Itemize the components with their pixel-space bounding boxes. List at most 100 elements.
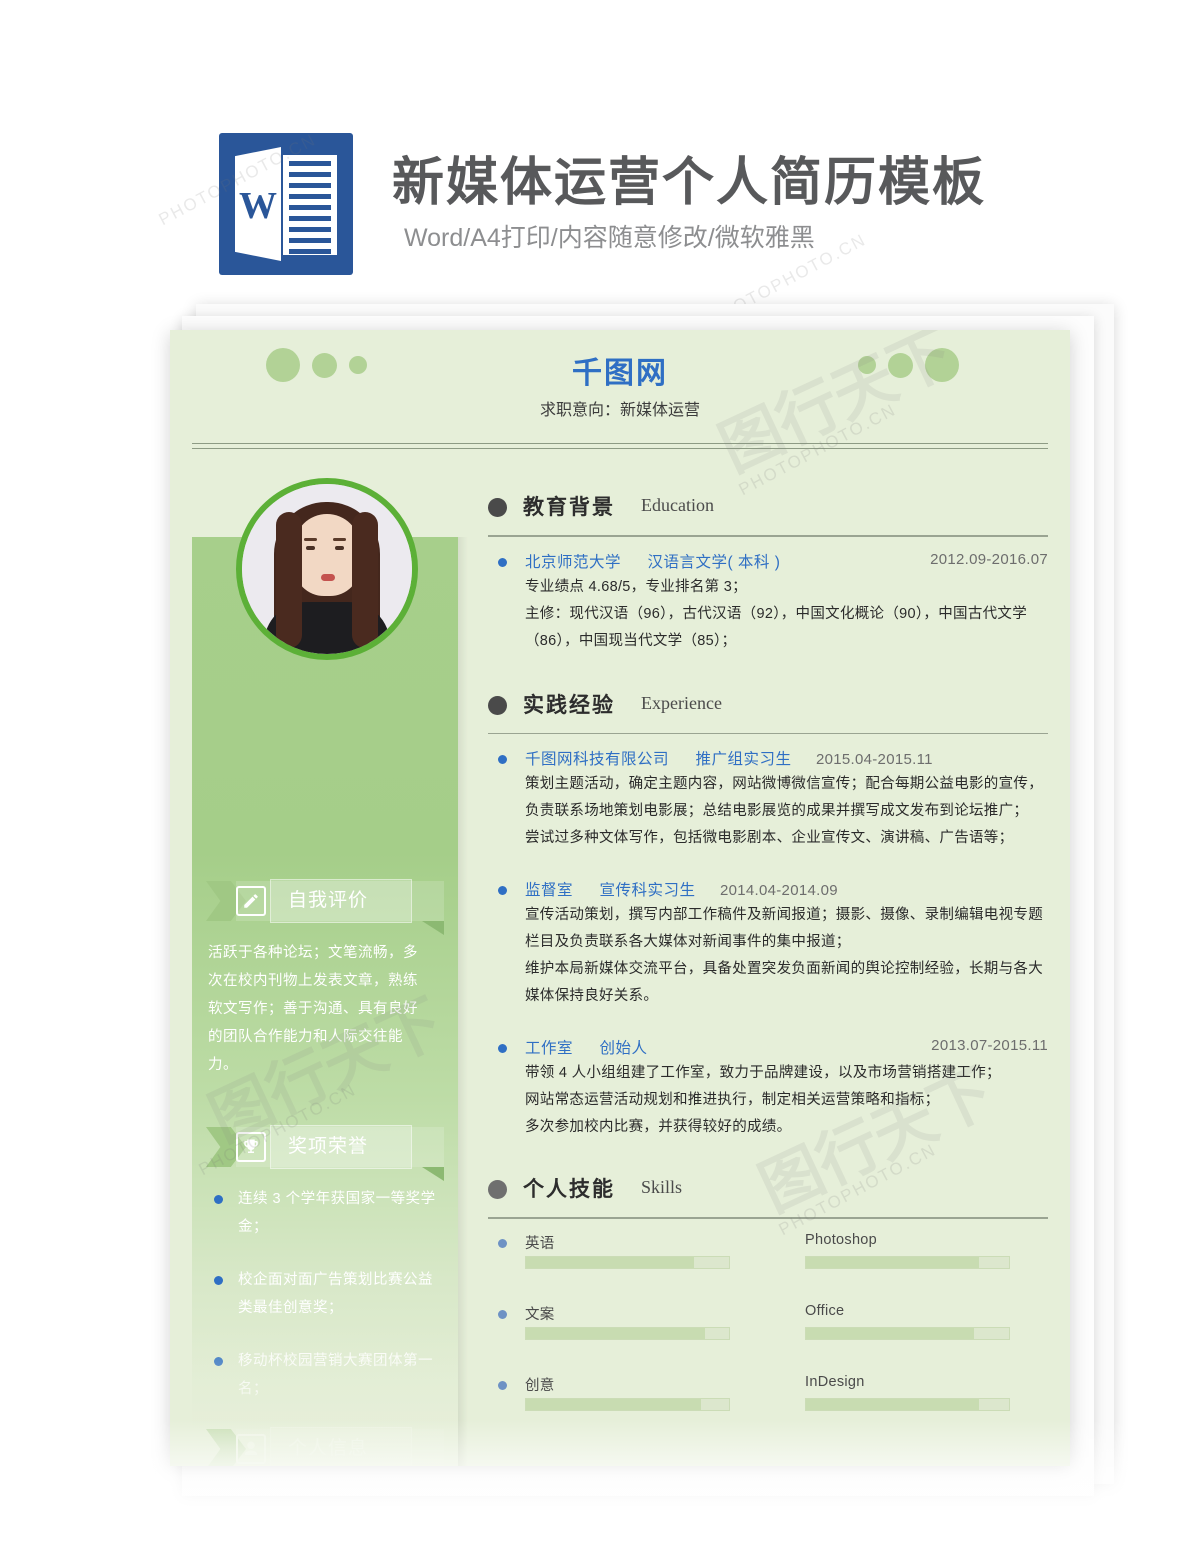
skill-row: 文案 Office [498, 1303, 1048, 1340]
entry-bullet-icon [498, 886, 507, 895]
skill-bullet-icon [778, 1310, 787, 1319]
header-divider [192, 443, 1048, 449]
user-icon [236, 1434, 266, 1464]
entry-bullet-icon [498, 1044, 507, 1053]
skill-item: 创意 [498, 1374, 730, 1411]
sidebar: 自我评价 活跃于各种论坛；文笔流畅，多次在校内刊物上发表文章，熟练软文写作；善于… [192, 537, 468, 1466]
education-entry: 北京师范大学 汉语言文学( 本科 ) 2012.09-2016.07 专业绩点 … [488, 550, 1048, 655]
education-major: 汉语言文学( 本科 ) [647, 553, 781, 571]
sidebar-section-title: 自我评价 [288, 890, 369, 911]
trophy-icon [236, 1132, 266, 1162]
section-divider [488, 1217, 1048, 1219]
skill-progress-track [805, 1326, 1010, 1340]
sidebar-section-awards: 奖项荣誉 [206, 1125, 444, 1181]
word-icon-document [283, 155, 337, 265]
skill-item: InDesign [778, 1374, 1010, 1411]
experience-role: 推广组实习生 [695, 751, 792, 768]
section-header-skills: 个人技能 Skills [488, 1167, 1048, 1217]
experience-date: 2013.07-2015.11 [931, 1037, 1048, 1054]
main-column: 教育背景 Education 北京师范大学 汉语言文学( 本科 ) 2012.0… [488, 485, 1048, 1445]
skill-row: 英语 Photoshop [498, 1232, 1048, 1269]
promo-header: W 新媒体运营个人简历模板 Word/A4打印/内容随意修改/微软雅黑 PHOT… [0, 0, 1200, 329]
section-divider [488, 535, 1048, 537]
entry-bullet-icon [498, 755, 507, 764]
skill-bullet-icon [498, 1380, 507, 1390]
experience-detail-line: 网站常态运营活动规划和推进执行，制定相关运营策略和指标； [525, 1092, 940, 1108]
list-item: 校企面对面广告策划比赛公益类最佳创意奖； [206, 1266, 446, 1322]
sidebar-section-self-evaluation: 自我评价 [206, 879, 444, 935]
experience-entry: 千图网科技有限公司 推广组实习生 2015.04-2015.11 策划主题活动，… [488, 747, 1048, 852]
skill-bullet-icon [498, 1309, 507, 1319]
skill-progress-fill [526, 1256, 695, 1268]
ribbon-fold [422, 921, 444, 935]
skill-progress-track [525, 1326, 730, 1340]
word-icon: W [219, 133, 353, 275]
sidebar-section-title: 个人信息 [288, 1438, 369, 1459]
sidebar-section-title: 奖项荣誉 [288, 1136, 369, 1157]
section-title-en: Education [641, 495, 714, 515]
job-objective: 求职意向：新媒体运营 [539, 402, 700, 419]
experience-date: 2014.04-2014.09 [719, 882, 838, 899]
entry-bullet-icon [498, 557, 507, 567]
skill-item: Office [778, 1303, 1010, 1340]
ribbon-fold [422, 1167, 444, 1181]
skill-progress-fill [806, 1398, 979, 1410]
section-header-education: 教育背景 Education [488, 485, 1048, 535]
self-evaluation-text: 活跃于各种论坛；文笔流畅，多次在校内刊物上发表文章，熟练软文写作；善于沟通、具有… [208, 945, 418, 1073]
skill-name: 文案 [525, 1306, 555, 1323]
section-bullet-icon [488, 498, 507, 517]
experience-role: 创始人 [599, 1040, 648, 1057]
section-title-cn: 实践经验 [523, 693, 615, 717]
sidebar-section-personal-info: 个人信息 [206, 1427, 444, 1466]
education-detail-line: 主修：现代汉语（96），古代汉语（92），中国文化概论（90），中国古代文学（8… [525, 605, 1028, 649]
skill-bullet-icon [498, 1238, 507, 1248]
experience-entry: 监督室 宣传科实习生 2014.04-2014.09 宣传活动策划，撰写内部工作… [488, 878, 1048, 1010]
skills-grid: 英语 Photoshop 文案 Office 创意 InDesign [488, 1232, 1048, 1411]
experience-org: 千图网科技有限公司 [525, 751, 670, 768]
education-org: 北京师范大学 [525, 553, 622, 571]
skill-item: 文案 [498, 1303, 730, 1340]
section-header-experience: 实践经验 Experience [488, 683, 1048, 733]
experience-entry: 工作室 创始人 2013.07-2015.11 带领 4 人小组组建了工作室，致… [488, 1036, 1048, 1141]
skill-name: 英语 [525, 1235, 555, 1252]
skill-progress-fill [806, 1327, 975, 1339]
skill-row: 创意 InDesign [498, 1374, 1048, 1411]
list-item: 连续 3 个学年获国家一等奖学金； [206, 1185, 446, 1241]
experience-detail-line: 宣传活动策划，撰写内部工作稿件及新闻报道；摄影、摄像、录制编辑电视专题栏目及负责… [525, 907, 1043, 950]
pencil-edit-icon [236, 886, 266, 916]
skill-progress-track [525, 1397, 730, 1411]
skill-progress-track [525, 1255, 730, 1269]
experience-detail-line: 多次参加校内比赛，并获得较好的成绩。 [525, 1119, 792, 1135]
skill-bullet-icon [778, 1239, 787, 1248]
word-icon-letter: W [239, 185, 277, 227]
experience-org: 监督室 [525, 882, 574, 899]
section-bullet-icon [488, 1180, 507, 1199]
section-title-en: Skills [641, 1177, 683, 1197]
section-title-cn: 个人技能 [523, 1178, 615, 1201]
skill-name: InDesign [805, 1373, 865, 1390]
experience-detail-line: 带领 4 人小组组建了工作室，致力于品牌建设，以及市场营销搭建工作； [525, 1065, 1001, 1081]
skill-progress-track [805, 1397, 1010, 1411]
avatar [236, 478, 418, 660]
skill-name: Photoshop [805, 1231, 878, 1248]
skill-progress-track [805, 1255, 1010, 1269]
skill-progress-fill [526, 1327, 705, 1339]
promo-title: 新媒体运营个人简历模板 [392, 154, 987, 212]
promo-subtitle: Word/A4打印/内容随意修改/微软雅黑 [404, 224, 815, 252]
skill-item: 英语 [498, 1232, 730, 1269]
education-date: 2012.09-2016.07 [930, 550, 1048, 568]
experience-role: 宣传科实习生 [599, 882, 696, 899]
skill-item: Photoshop [778, 1232, 1010, 1269]
section-bullet-icon [488, 695, 507, 715]
experience-detail-line: 维护本局新媒体交流平台，具备处置突发负面新闻的舆论控制经验，长期与各大媒体保持良… [525, 961, 1043, 1004]
skill-progress-fill [806, 1256, 979, 1268]
education-detail-line: 专业绩点 4.68/5，专业排名第 3； [525, 578, 747, 595]
awards-list: 连续 3 个学年获国家一等奖学金； 校企面对面广告策划比赛公益类最佳创意奖； 移… [206, 1185, 446, 1428]
list-item: 移动杯校园营销大赛团体第一名； [206, 1347, 446, 1403]
candidate-name: 千图网 [572, 357, 668, 390]
section-title-en: Experience [641, 692, 722, 713]
skill-name: 创意 [525, 1377, 555, 1394]
skill-name: Office [805, 1302, 845, 1319]
skill-progress-fill [526, 1398, 701, 1410]
experience-date: 2015.04-2015.11 [815, 751, 933, 768]
